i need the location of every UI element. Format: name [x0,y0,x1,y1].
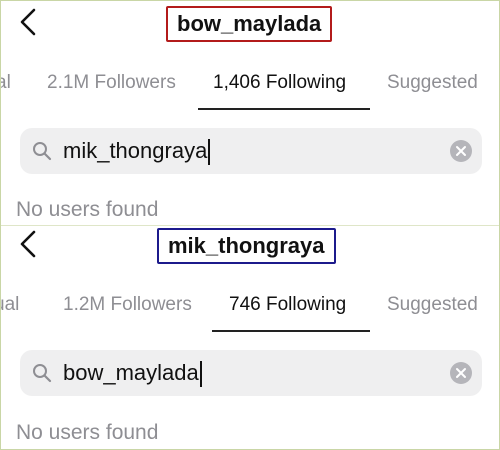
text-caret [208,139,211,166]
profile-following-panel-1: bow_maylada al 2.1M Followers 1,406 Foll… [0,0,500,226]
tab-suggested[interactable]: Suggested [387,283,478,327]
search-input-text: mik_thongraya [63,138,208,163]
active-tab-indicator [198,108,370,110]
tab-following[interactable]: 746 Following [229,283,346,327]
search-input[interactable]: bow_maylada [63,350,202,396]
tab-suggested[interactable]: Suggested [387,61,478,105]
search-input-text: bow_maylada [63,360,199,385]
search-icon [33,364,52,383]
panel-divider [0,225,500,226]
tab-partial-left[interactable]: ual [0,283,19,327]
back-chevron-icon[interactable] [14,6,42,38]
search-field[interactable]: mik_thongraya [20,128,482,174]
clear-search-icon[interactable] [450,140,472,162]
tab-following[interactable]: 1,406 Following [213,61,346,105]
search-input[interactable]: mik_thongraya [63,128,211,174]
tab-partial-left[interactable]: al [0,61,11,105]
tab-followers[interactable]: 1.2M Followers [63,283,192,327]
tab-bar: ual 1.2M Followers 746 Following Suggest… [0,283,500,332]
empty-results-message: No users found [16,421,159,444]
search-icon [33,142,52,161]
active-tab-indicator [212,330,370,332]
empty-results-message: No users found [16,198,159,221]
clear-search-icon[interactable] [450,362,472,384]
profile-username-title: mik_thongraya [157,228,336,264]
text-caret [199,361,202,388]
profile-username-title: bow_maylada [166,6,333,42]
back-chevron-icon[interactable] [14,228,42,260]
tab-followers[interactable]: 2.1M Followers [47,61,176,105]
search-field[interactable]: bow_maylada [20,350,482,396]
tab-bar: al 2.1M Followers 1,406 Following Sugges… [0,61,500,110]
